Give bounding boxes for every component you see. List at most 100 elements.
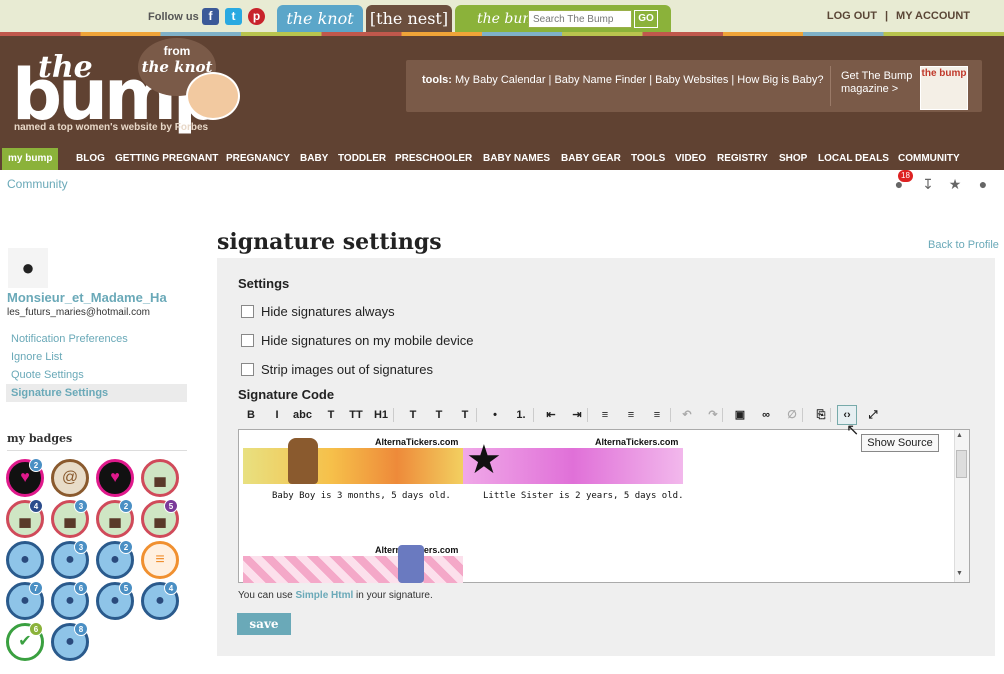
character-image [398, 545, 424, 583]
badge[interactable]: ● 5 [96, 581, 134, 620]
hide-always-checkbox[interactable] [241, 305, 254, 318]
badge-grid: ♥ 2 @ ♥ ▄ ▄ 4 ▄ 3 ▄ 2 ▄ 5 ● ● 3 ● 2 ≡ ● 7 ● 6 ● 5 ● 4 ✔ 6 ● 8 [6, 458, 190, 669]
badge[interactable]: ✔ 6 [6, 622, 44, 661]
twitter-icon[interactable]: t [225, 8, 242, 25]
user-icon[interactable]: ● [975, 176, 991, 192]
get-magazine-link[interactable]: Get The Bump magazine > [841, 70, 912, 96]
indent-icon[interactable]: ⇥ [568, 406, 586, 424]
divider [830, 66, 831, 106]
undo-icon[interactable]: ↶ [678, 406, 696, 424]
badge-icon: ▄ [19, 510, 31, 527]
breadcrumb[interactable]: Community [7, 177, 68, 191]
badge[interactable]: ≡ [141, 541, 179, 579]
badge[interactable]: @ [51, 459, 89, 497]
nav-my-bump[interactable]: my bump [2, 148, 59, 170]
nav-pregnancy[interactable]: PREGNANCY [226, 148, 290, 170]
nav-tools[interactable]: TOOLS [631, 148, 665, 170]
nav-local-deals[interactable]: LOCAL DEALS [818, 148, 889, 170]
outdent-icon[interactable]: ⇤ [542, 406, 560, 424]
hide-always-label[interactable]: Hide signatures always [261, 304, 395, 319]
logout-link[interactable]: LOG OUT [823, 10, 881, 22]
nav-video[interactable]: VIDEO [675, 148, 706, 170]
settings-heading: Settings [238, 276, 290, 291]
badge[interactable]: ● [6, 541, 44, 579]
badge[interactable]: ● 2 [96, 540, 134, 579]
nav-toddler[interactable]: TODDLER [338, 148, 386, 170]
save-button[interactable]: save [237, 613, 291, 635]
back-to-profile-link[interactable]: Back to Profile [928, 239, 999, 251]
nav-baby-names[interactable]: BABY NAMES [483, 148, 550, 170]
strip-images-checkbox[interactable] [241, 363, 254, 376]
search-go-button[interactable]: GO [634, 10, 658, 28]
nav-shop[interactable]: SHOP [779, 148, 807, 170]
badge[interactable]: ● 4 [141, 581, 179, 620]
badge[interactable]: ▄ 4 [6, 499, 44, 538]
badge[interactable]: ♥ [96, 459, 134, 497]
italic-icon[interactable]: I [268, 406, 286, 424]
image-icon[interactable]: ▣ [731, 406, 749, 424]
tab-the-knot[interactable]: the knot [277, 5, 363, 33]
text-color-icon[interactable]: T [404, 406, 422, 424]
unlink-icon[interactable]: ∅ [783, 406, 801, 424]
badge[interactable]: ▄ 3 [51, 499, 89, 538]
nav-baby[interactable]: BABY [300, 148, 328, 170]
link-icon[interactable]: ∞ [757, 406, 775, 424]
hide-mobile-checkbox[interactable] [241, 334, 254, 347]
align-right-icon[interactable]: ≡ [648, 406, 666, 424]
badge-count: 7 [29, 581, 43, 595]
numbered-list-icon[interactable]: 1. [512, 406, 530, 424]
pinterest-icon[interactable]: p [248, 8, 265, 25]
align-center-icon[interactable]: ≡ [622, 406, 640, 424]
font-icon[interactable]: T [322, 406, 340, 424]
nav-community[interactable]: COMMUNITY [898, 148, 960, 170]
tools-link-list[interactable]: My Baby Calendar | Baby Name Finder | Ba… [455, 74, 823, 86]
my-account-link[interactable]: MY ACCOUNT [892, 10, 974, 22]
scroll-up-icon[interactable]: ▲ [956, 432, 963, 439]
heading-icon[interactable]: H1 [372, 406, 390, 424]
badge[interactable]: ▄ [141, 459, 179, 497]
star-image: ★ [466, 438, 502, 482]
strikethrough-icon[interactable]: abc [293, 406, 312, 424]
scroll-thumb[interactable] [956, 450, 967, 478]
badge-count: 2 [119, 540, 133, 554]
ticker-third-image [243, 556, 463, 583]
badge[interactable]: ● 7 [6, 581, 44, 620]
badge[interactable]: ● 3 [51, 540, 89, 579]
strip-images-label[interactable]: Strip images out of signatures [261, 362, 433, 377]
nav-registry[interactable]: REGISTRY [717, 148, 768, 170]
badge[interactable]: ▄ 2 [96, 499, 134, 538]
bullet-list-icon[interactable]: • [486, 406, 504, 424]
clear-format-icon[interactable]: T [456, 406, 474, 424]
magazine-cover-image[interactable]: the bump [920, 66, 968, 110]
scroll-down-icon[interactable]: ▼ [956, 570, 963, 577]
facebook-icon[interactable]: f [202, 8, 219, 25]
nav-getting-pregnant[interactable]: GETTING PREGNANT [115, 148, 218, 170]
tab-the-nest[interactable]: [the nest] [366, 5, 452, 33]
avatar[interactable]: ● [8, 248, 48, 288]
search-input[interactable]: Search The Bump [528, 10, 632, 28]
sidebar-item-ignore-list[interactable]: Ignore List [11, 351, 62, 363]
username[interactable]: Monsieur_et_Madame_Ha [7, 290, 193, 305]
nav-baby-gear[interactable]: BABY GEAR [561, 148, 621, 170]
sidebar-item-quote-settings[interactable]: Quote Settings [11, 369, 84, 381]
redo-icon[interactable]: ↷ [704, 406, 722, 424]
fullscreen-icon[interactable]: ⤢ [864, 406, 882, 424]
badge[interactable]: ● 6 [51, 581, 89, 620]
sidebar-item-signature-settings[interactable]: Signature Settings [11, 387, 108, 399]
sidebar-item-notification-preferences[interactable]: Notification Preferences [11, 333, 128, 345]
hide-mobile-label[interactable]: Hide signatures on my mobile device [261, 333, 473, 348]
bold-icon[interactable]: B [242, 406, 260, 424]
badge[interactable]: ♥ 2 [6, 458, 44, 497]
simple-html-link[interactable]: Simple Html [295, 590, 353, 601]
nav-blog[interactable]: BLOG [76, 148, 105, 170]
badge[interactable]: ● 8 [51, 622, 89, 661]
badge[interactable]: ▄ 5 [141, 499, 179, 538]
star-icon[interactable]: ★ [947, 176, 963, 192]
highlight-icon[interactable]: T [430, 406, 448, 424]
inbox-icon[interactable]: ↧ [920, 176, 936, 192]
nav-preschooler[interactable]: PRESCHOOLER [395, 148, 472, 170]
paste-icon[interactable]: ⎘ [812, 406, 830, 424]
align-left-icon[interactable]: ≡ [596, 406, 614, 424]
font-size-icon[interactable]: TT [347, 406, 365, 424]
badge-count: 2 [119, 499, 133, 513]
